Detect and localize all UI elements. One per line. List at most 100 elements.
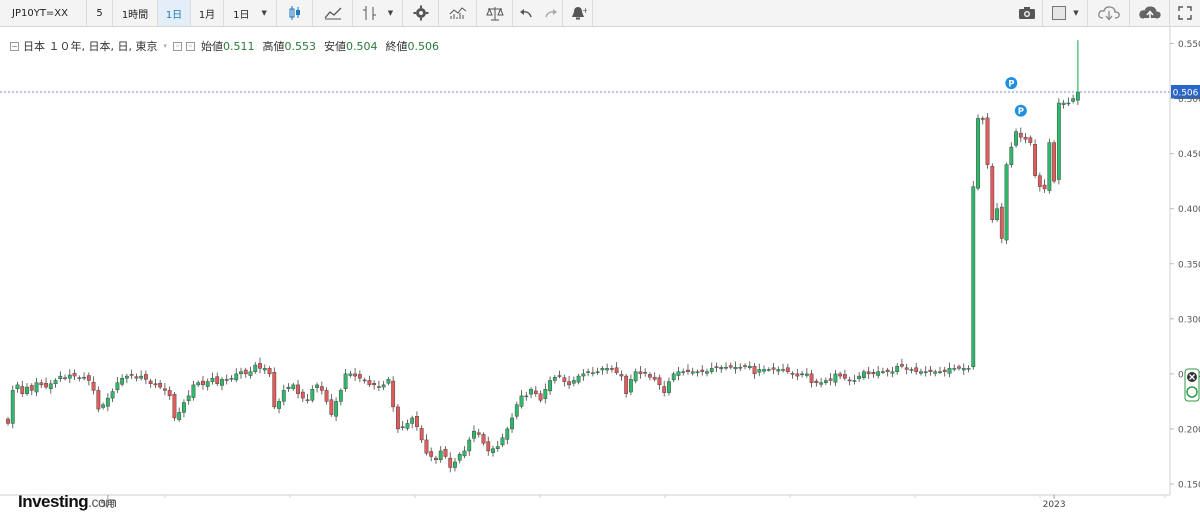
area-chart-button[interactable] (313, 0, 353, 26)
candle-body (338, 390, 343, 402)
compare-button[interactable] (477, 0, 513, 26)
y-tick-label: 0.300 (1178, 315, 1200, 325)
collapse-icon[interactable]: − (10, 41, 19, 51)
candle-body (681, 371, 686, 373)
candle-body (143, 374, 148, 380)
candle-body (277, 401, 281, 409)
candle-body (942, 369, 947, 372)
toolbar: JP10YT=XX 5 1時間 1日 1月 1日 ▼ ▼ + ▼ (0, 0, 1200, 27)
candle-body (201, 380, 205, 386)
range-dropdown[interactable]: 1日 ▼ (224, 0, 277, 26)
candle-body (595, 371, 600, 373)
indicator-button[interactable]: ▼ (353, 0, 403, 26)
candle-body (481, 434, 486, 444)
candlestick-icon (289, 6, 300, 20)
close-value: 0.506 (407, 39, 440, 53)
candle-body (590, 372, 595, 374)
current-price-label: 0.506 (1173, 88, 1199, 98)
side-widget[interactable] (1184, 368, 1200, 402)
price-chart[interactable]: 0.506PP 0.1500.2000.2500.3000.3500.4000.… (0, 0, 1200, 510)
open-value: 0.511 (223, 39, 255, 53)
candle-body (657, 377, 662, 386)
chevron-down-icon[interactable]: ▾ (163, 42, 167, 50)
candle-body (291, 384, 296, 389)
candle-body (928, 369, 933, 372)
candle-body (1071, 98, 1076, 102)
settings-small-icon[interactable]: ◦ (173, 41, 182, 51)
candle-body (562, 377, 567, 382)
candle-body (381, 384, 386, 388)
candle-body (44, 383, 48, 388)
redo-button[interactable] (539, 0, 563, 26)
chevron-down-icon: ▼ (387, 9, 394, 17)
candles (6, 40, 1080, 473)
high-label: 高値 (262, 40, 285, 53)
candle-body (1052, 142, 1057, 182)
screenshot-button[interactable] (1011, 0, 1043, 26)
interval-1d-button[interactable]: 1日 (158, 0, 191, 26)
candle-body (762, 369, 766, 372)
candle-body (809, 373, 814, 383)
candle-body (6, 418, 10, 424)
symbol-search[interactable]: JP10YT=XX (0, 0, 87, 26)
candle-body (182, 402, 186, 413)
candle-body (134, 376, 139, 379)
candle-body (814, 380, 819, 383)
open-label: 始値 (201, 40, 223, 53)
candle-body (1037, 175, 1042, 187)
candle-body (158, 383, 163, 388)
candle-body (795, 373, 800, 377)
candle-body (510, 417, 514, 430)
chart-type-button[interactable] (277, 0, 313, 26)
candle-body (315, 384, 319, 388)
candle-body (686, 369, 690, 372)
candle-body (72, 373, 77, 377)
interval-5-button[interactable]: 5 (87, 0, 113, 26)
event-marker[interactable] (1005, 77, 1018, 90)
candle-body (362, 379, 367, 382)
candle-body (1066, 102, 1071, 105)
candle-body (957, 366, 961, 369)
candle-body (258, 363, 262, 369)
candle-body (86, 375, 91, 381)
interval-1m-button[interactable]: 1月 (191, 0, 224, 26)
candle-body (462, 450, 467, 457)
candle-body (990, 166, 995, 220)
candle-body (210, 378, 215, 382)
candle-body (862, 371, 866, 378)
candle-body (196, 382, 201, 386)
remove-small-icon[interactable]: ◦ (186, 41, 195, 51)
settings-button[interactable] (403, 0, 439, 26)
candle-body (20, 386, 25, 394)
alert-button[interactable]: + (563, 0, 593, 26)
brand-suffix: .com (88, 494, 117, 510)
candle-body (53, 380, 58, 384)
candle-body (1056, 102, 1061, 180)
undo-button[interactable] (513, 0, 539, 26)
candle-body (576, 375, 581, 383)
candle-body (690, 371, 695, 374)
candle-body (876, 371, 881, 376)
cloud-upload-button[interactable] (1130, 0, 1170, 26)
candle-body (823, 380, 828, 383)
low-label: 安値 (324, 40, 346, 53)
candle-body (63, 377, 67, 379)
event-marker[interactable] (1014, 104, 1027, 117)
candle-body (776, 369, 781, 372)
candle-body (310, 389, 315, 401)
undo-icon (520, 9, 532, 18)
candle-body (804, 373, 809, 376)
candle-body (676, 371, 681, 376)
x-tick-label: 2023 (1043, 500, 1066, 510)
interval-1h-button[interactable]: 1時間 (113, 0, 158, 26)
layout-dropdown[interactable]: ▼ (1043, 0, 1088, 26)
candle-body (705, 371, 709, 374)
cloud-download-button[interactable] (1088, 0, 1130, 26)
candle-body (324, 390, 329, 402)
fullscreen-button[interactable] (1170, 0, 1200, 26)
cloud-upload-icon (1138, 6, 1161, 20)
candle-body (614, 367, 619, 373)
candle-body (15, 384, 20, 389)
studies-button[interactable] (439, 0, 477, 26)
candle-body (971, 186, 976, 367)
